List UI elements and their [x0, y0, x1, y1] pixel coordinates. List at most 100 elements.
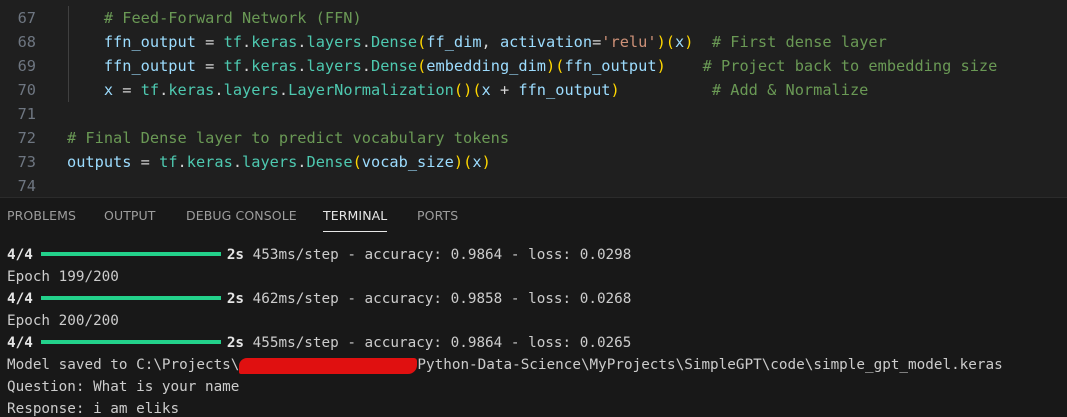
saved-path-start: Model saved to C:\Projects\ [7, 357, 240, 373]
code-line[interactable]: 74 [0, 174, 1067, 197]
redaction-mark [239, 358, 418, 374]
code-token: tf [140, 81, 160, 99]
code-token: ffn_output [103, 33, 196, 51]
tab-ports[interactable]: PORTS [417, 208, 458, 232]
code-token: . [159, 81, 169, 99]
code-token: x [472, 153, 482, 171]
code-token: x [675, 33, 685, 51]
terminal-output-line: Epoch 199/200 [7, 269, 119, 285]
code-token: = [592, 33, 602, 51]
code-token: . [214, 81, 224, 99]
code-text[interactable]: x = tf.keras.layers.LayerNormalization()… [67, 78, 869, 102]
line-number: 70 [17, 81, 36, 99]
terminal-panel[interactable]: 4/4 2s 453ms/step - accuracy: 0.9864 - lo… [0, 234, 1067, 417]
saved-path-end: Python-Data-Science\MyProjects\SimpleGPT… [417, 357, 1003, 373]
model-saved-line: Model saved to C:\Projects\ Python-Data-S… [7, 354, 1003, 376]
code-token: tf [159, 153, 178, 171]
code-token: . [297, 153, 307, 171]
code-line[interactable]: 67 # Feed-Forward Network (FFN) [0, 6, 1067, 30]
code-token: x [103, 81, 114, 99]
code-editor[interactable]: 67 # Feed-Forward Network (FFN) 68 ffn_ou… [0, 0, 1067, 197]
code-token: ) [656, 33, 666, 51]
code-text[interactable]: ffn_output = tf.keras.layers.Dense(embed… [67, 54, 998, 78]
line-number: 72 [17, 129, 36, 147]
line-number: 69 [17, 57, 36, 75]
code-text[interactable]: # Final Dense layer to predict vocabular… [67, 126, 509, 150]
step-count: 4/4 [7, 247, 33, 263]
tab-terminal[interactable]: TERMINAL [323, 208, 388, 232]
code-text[interactable]: ffn_output = tf.keras.layers.Dense(ff_di… [67, 30, 887, 54]
code-token: . [297, 57, 307, 75]
code-token: ( [463, 153, 473, 171]
code-token: = [131, 153, 160, 171]
terminal-output-line: Question: What is your name [7, 379, 240, 395]
code-token: keras [251, 57, 298, 75]
code-token: Dense [371, 57, 418, 75]
line-number: 67 [17, 9, 36, 27]
code-token: layers [223, 81, 279, 99]
line-number: 71 [17, 105, 36, 123]
panel-tab-bar: PROBLEMS OUTPUT DEBUG CONSOLE TERMINAL PORTS [0, 197, 1067, 234]
code-token: () [453, 81, 473, 99]
code-token: . [177, 153, 187, 171]
code-token: keras [251, 33, 298, 51]
code-token: ( [472, 81, 482, 99]
code-text[interactable]: # Feed-Forward Network (FFN) [67, 6, 362, 30]
code-token: . [278, 81, 289, 99]
line-number: 74 [17, 177, 36, 195]
code-token: ) [546, 57, 556, 75]
step-count: 4/4 [7, 291, 33, 307]
code-token: # First dense layer [711, 33, 887, 51]
code-token: ( [352, 153, 362, 171]
code-token: LayerNormalization [288, 81, 454, 99]
code-token: . [361, 33, 371, 51]
code-token: = [195, 57, 224, 75]
code-token: , [481, 33, 500, 51]
code-token: # Project back to embedding size [702, 57, 998, 75]
tab-output[interactable]: OUTPUT [104, 208, 156, 232]
code-token: # Final Dense layer to predict vocabular… [67, 129, 510, 147]
code-token: vocab_size [361, 153, 454, 171]
progress-line: 4/4 2s 462ms/step - accuracy: 0.9858 - lo… [7, 288, 631, 310]
code-line[interactable]: 73 outputs = tf.keras.layers.Dense(vocab_… [0, 150, 1067, 174]
code-token: # Feed-Forward Network (FFN) [103, 9, 362, 27]
elapsed-time: 2s [226, 335, 245, 351]
code-line[interactable]: 68 ffn_output = tf.keras.layers.Dense(ff… [0, 30, 1067, 54]
tab-debug-console[interactable]: DEBUG CONSOLE [186, 208, 297, 232]
code-token: = [113, 81, 141, 99]
code-line[interactable]: 70 x = tf.keras.layers.LayerNormalizatio… [0, 78, 1067, 102]
progress-bar [40, 296, 221, 300]
code-token: = [195, 33, 224, 51]
code-token: . [242, 57, 252, 75]
code-line[interactable]: 72 # Final Dense layer to predict vocabul… [0, 126, 1067, 150]
indent-guide [68, 6, 69, 102]
progress-line: 4/4 2s 455ms/step - accuracy: 0.9864 - lo… [7, 332, 631, 354]
code-text[interactable]: outputs = tf.keras.layers.Dense(vocab_si… [67, 150, 491, 174]
code-token: ( [417, 33, 427, 51]
code-token: layers [306, 57, 362, 75]
code-token: . [297, 33, 307, 51]
code-token: # Add & Normalize [711, 81, 869, 99]
metrics-text: 453ms/step - accuracy: 0.9864 - loss: 0.… [252, 247, 632, 263]
tab-problems[interactable]: PROBLEMS [7, 208, 76, 232]
code-token: ) [610, 81, 620, 99]
terminal-output-line: Response: i am eliks [7, 401, 180, 417]
code-token: layers [306, 33, 362, 51]
line-number: 68 [17, 33, 36, 51]
metrics-text: 455ms/step - accuracy: 0.9864 - loss: 0.… [252, 335, 632, 351]
terminal-output-line: Epoch 200/200 [7, 313, 119, 329]
code-token: keras [168, 81, 215, 99]
code-token: . [242, 33, 252, 51]
elapsed-time: 2s [226, 247, 245, 263]
code-token: ) [481, 153, 491, 171]
code-line[interactable]: 69 ffn_output = tf.keras.layers.Dense(em… [0, 54, 1067, 78]
code-line[interactable]: 71 [0, 102, 1067, 126]
step-count: 4/4 [7, 335, 33, 351]
